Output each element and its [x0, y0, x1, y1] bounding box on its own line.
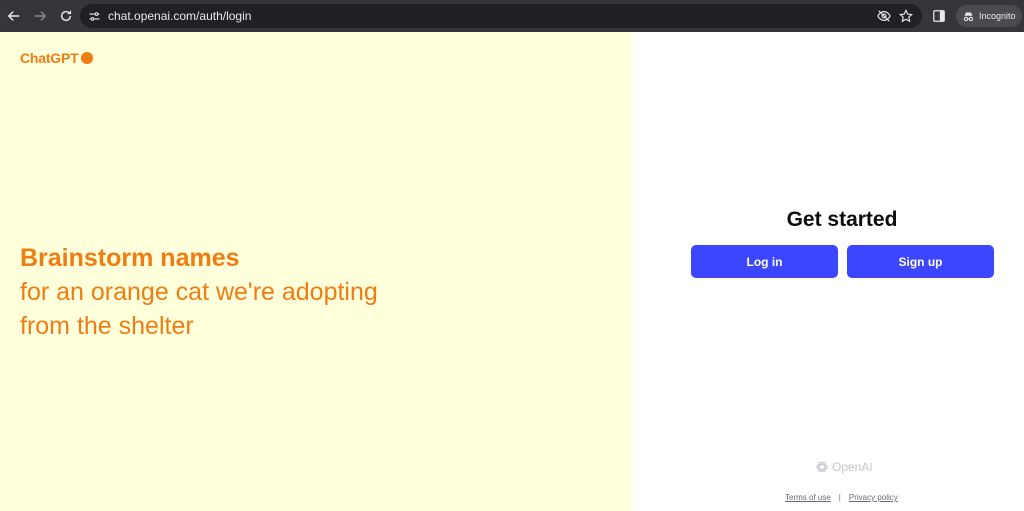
side-panel-button[interactable]	[930, 7, 948, 25]
terms-link[interactable]: Terms of use	[785, 493, 831, 502]
openai-logo: OpenAI	[815, 460, 873, 474]
logo-dot-icon	[80, 52, 93, 64]
incognito-indicator[interactable]: Incognito	[956, 5, 1022, 27]
openai-icon	[816, 461, 828, 473]
headline-line-2: from the shelter	[20, 312, 194, 340]
bookmark-star-icon[interactable]	[898, 8, 914, 24]
incognito-icon	[963, 11, 974, 21]
forward-button[interactable]	[28, 4, 52, 28]
hero-panel: ChatGPT Brainstorm names for an orange c…	[0, 32, 632, 511]
footer-separator: |	[838, 493, 841, 502]
arrow-right-icon	[34, 11, 47, 21]
login-button[interactable]: Log in	[691, 245, 838, 278]
reload-button[interactable]	[54, 4, 78, 28]
arrow-left-icon	[7, 11, 20, 21]
back-button[interactable]	[2, 4, 26, 28]
get-started-title: Get started	[786, 208, 898, 231]
privacy-link[interactable]: Privacy policy	[849, 493, 898, 502]
logo-text: ChatGPT	[20, 50, 79, 66]
legal-footer: Terms of use | Privacy policy	[785, 493, 898, 502]
browser-toolbar: chat.openai.com/auth/login Incognito	[0, 0, 1024, 32]
hero-headline: Brainstorm names for an orange cat we're…	[20, 241, 620, 343]
auth-panel: Get started Log in Sign up OpenAI Terms …	[632, 32, 1024, 511]
headline-bold: Brainstorm names	[20, 244, 240, 272]
site-settings-icon[interactable]	[84, 6, 104, 26]
chatgpt-logo: ChatGPT	[20, 50, 93, 66]
address-bar[interactable]: chat.openai.com/auth/login	[80, 4, 922, 28]
openai-brand-text: OpenAI	[832, 460, 873, 474]
eye-off-icon[interactable]	[876, 8, 892, 24]
reload-icon	[60, 10, 72, 22]
headline-line-1: for an orange cat we're adopting	[20, 278, 378, 306]
signup-button[interactable]: Sign up	[847, 245, 994, 278]
incognito-label: Incognito	[979, 11, 1016, 21]
url-text[interactable]: chat.openai.com/auth/login	[108, 9, 251, 23]
side-panel-icon	[933, 10, 945, 22]
